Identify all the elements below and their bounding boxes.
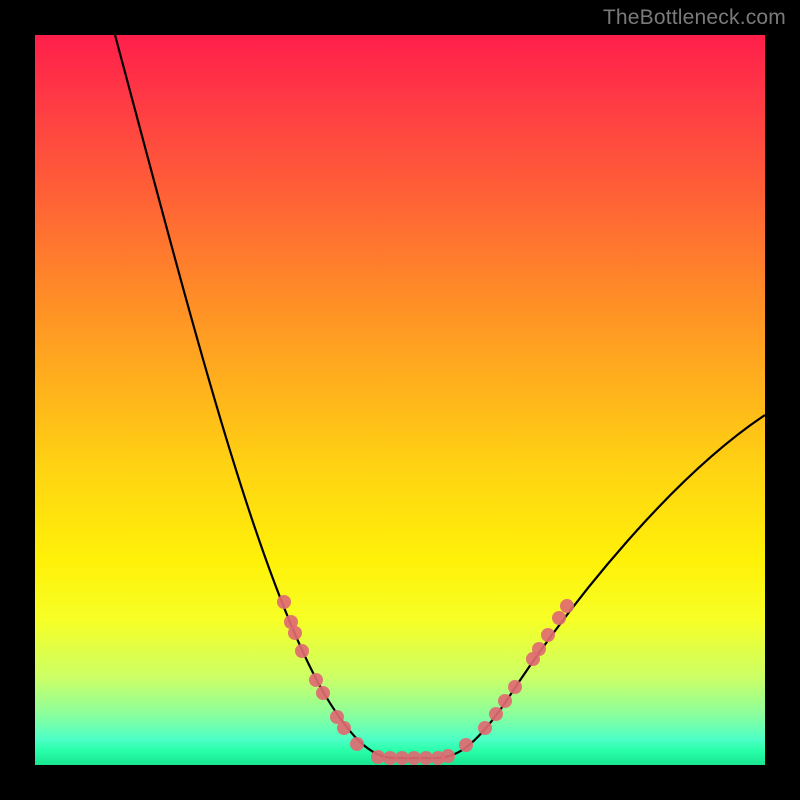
watermark-text: TheBottleneck.com: [603, 6, 786, 30]
curve-marker: [498, 694, 512, 708]
curve-marker: [560, 599, 574, 613]
curve-marker: [419, 751, 433, 765]
curve-marker: [277, 595, 291, 609]
curve-marker: [371, 750, 385, 764]
curve-marker: [508, 680, 522, 694]
curve-layer: [35, 35, 765, 765]
bottleneck-curve: [115, 35, 765, 758]
curve-marker: [350, 737, 364, 751]
curve-markers: [277, 595, 574, 765]
curve-marker: [288, 626, 302, 640]
curve-marker: [478, 721, 492, 735]
curve-marker: [295, 644, 309, 658]
curve-marker: [383, 751, 397, 765]
curve-marker: [459, 738, 473, 752]
curve-marker: [316, 686, 330, 700]
curve-marker: [489, 707, 503, 721]
plot-area: [35, 35, 765, 765]
curve-marker: [309, 673, 323, 687]
curve-marker: [407, 751, 421, 765]
curve-marker: [541, 628, 555, 642]
chart-frame: TheBottleneck.com: [0, 0, 800, 800]
curve-marker: [552, 611, 566, 625]
curve-marker: [532, 642, 546, 656]
curve-marker: [441, 749, 455, 763]
curve-marker: [337, 721, 351, 735]
curve-marker: [395, 751, 409, 765]
